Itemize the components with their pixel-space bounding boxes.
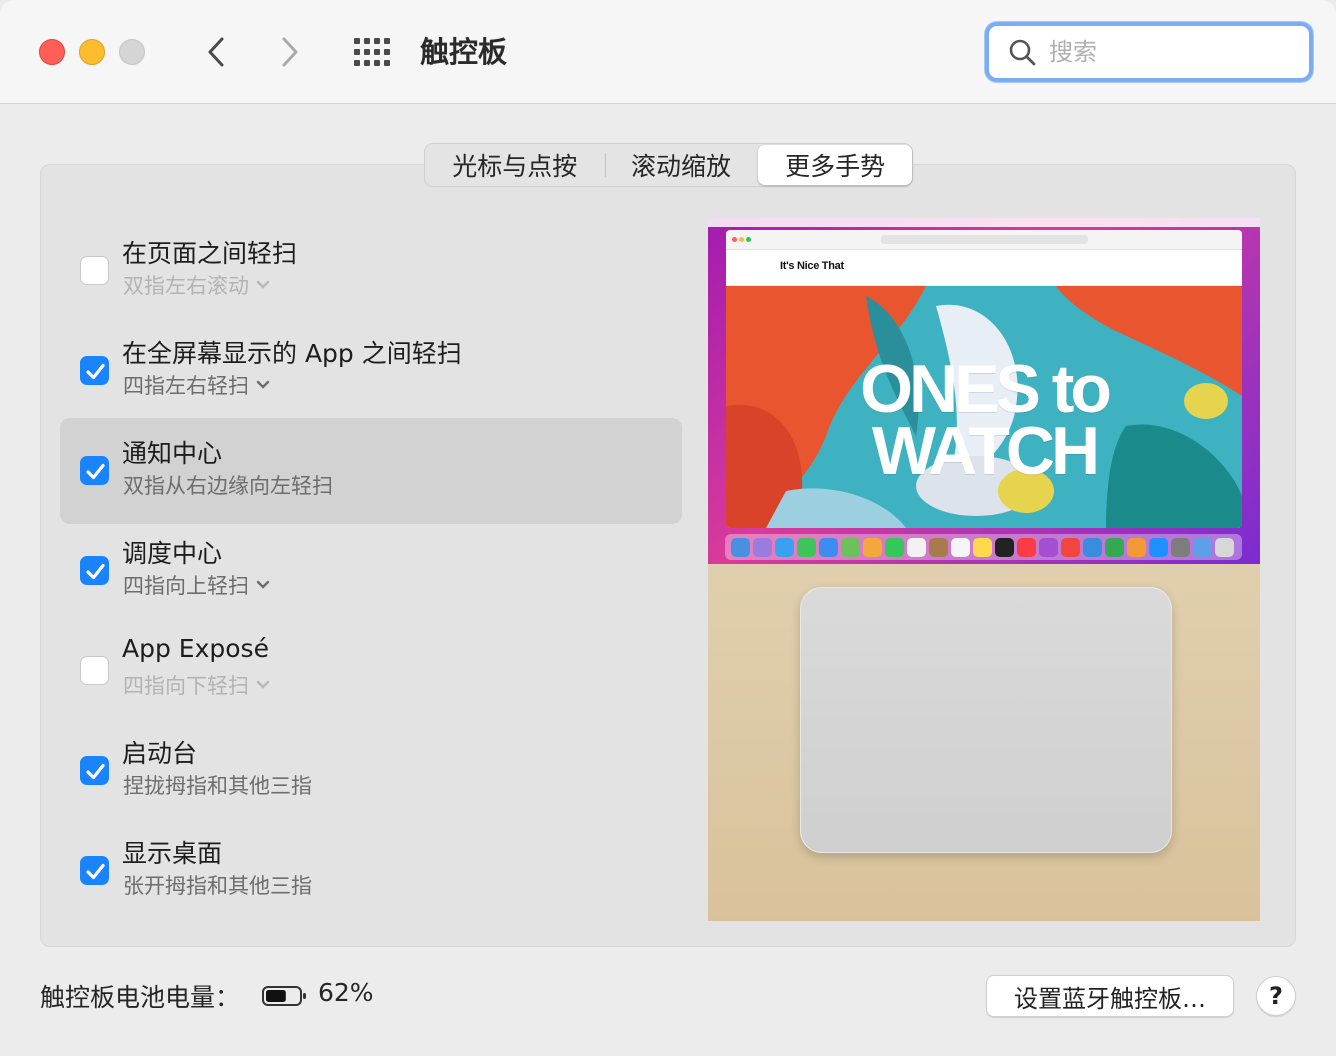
chevron-right-icon bbox=[282, 37, 298, 67]
preview-browser-window: It's Nice That ONES to WATCH bbox=[726, 230, 1242, 528]
gesture-row-swipe-fullscreen-apps[interactable]: 在全屏幕显示的 App 之间轻扫 四指左右轻扫 bbox=[60, 318, 682, 424]
chevron-down-icon bbox=[256, 580, 270, 589]
checkbox-notification-center[interactable] bbox=[80, 456, 109, 485]
preview-browser-toolbar bbox=[726, 230, 1242, 250]
title-bar: 触控板 bbox=[0, 0, 1336, 104]
gesture-option-dropdown[interactable]: 四指向下轻扫 bbox=[123, 670, 271, 700]
gesture-row-launchpad[interactable]: 启动台 捏拢拇指和其他三指 bbox=[60, 718, 682, 824]
show-all-grid-icon[interactable] bbox=[352, 34, 392, 70]
gesture-option-dropdown[interactable]: 四指向上轻扫 bbox=[123, 570, 271, 600]
chevron-down-icon bbox=[256, 280, 270, 289]
battery-label: 触控板电池电量： bbox=[40, 983, 241, 1012]
window-title: 触控板 bbox=[420, 35, 508, 69]
gesture-row-notification-center[interactable]: 通知中心 双指从右边缘向左轻扫 bbox=[60, 418, 682, 524]
checkmark-icon bbox=[86, 563, 105, 580]
tab-bar: 光标与点按 滚动缩放 更多手势 bbox=[424, 143, 913, 187]
checkbox-mission-control[interactable] bbox=[80, 556, 109, 585]
chevron-down-icon bbox=[256, 380, 270, 389]
preview-headline-line1: ONES to bbox=[860, 351, 1112, 427]
checkmark-icon bbox=[86, 763, 105, 780]
setup-bluetooth-trackpad-button[interactable]: 设置蓝牙触控板… bbox=[986, 975, 1234, 1017]
checkmark-icon bbox=[86, 363, 105, 380]
checkbox-show-desktop[interactable] bbox=[80, 856, 109, 885]
preview-headline: ONES to WATCH bbox=[726, 351, 1242, 489]
minimize-button[interactable] bbox=[79, 39, 105, 65]
preview-artwork: ONES to WATCH bbox=[726, 286, 1242, 528]
search-icon bbox=[1009, 39, 1036, 66]
preview-mac-screen: It's Nice That ONES to WATCH bbox=[708, 218, 1260, 564]
gesture-title: 启动台 bbox=[122, 739, 198, 768]
gesture-row-mission-control[interactable]: 调度中心 四指向上轻扫 bbox=[60, 518, 682, 624]
gesture-title: App Exposé bbox=[122, 634, 269, 663]
forward-button[interactable] bbox=[270, 30, 310, 74]
preview-site-logo: It's Nice That bbox=[780, 260, 844, 272]
gesture-subtitle: 捏拢拇指和其他三指 bbox=[123, 770, 312, 800]
gesture-title: 显示桌面 bbox=[122, 839, 223, 868]
gesture-subtitle: 双指左右滚动 bbox=[123, 274, 249, 298]
gesture-title: 调度中心 bbox=[122, 539, 223, 568]
checkmark-icon bbox=[86, 863, 105, 880]
gesture-subtitle: 四指左右轻扫 bbox=[123, 374, 249, 398]
help-button[interactable]: ? bbox=[1256, 976, 1296, 1016]
gesture-title: 通知中心 bbox=[122, 439, 223, 468]
gesture-option-dropdown[interactable]: 四指左右轻扫 bbox=[123, 370, 271, 400]
gesture-subtitle: 四指向上轻扫 bbox=[123, 574, 249, 598]
tab-scroll-zoom[interactable]: 滚动缩放 bbox=[606, 145, 757, 185]
tab-point-click[interactable]: 光标与点按 bbox=[425, 145, 605, 185]
gesture-row-show-desktop[interactable]: 显示桌面 张开拇指和其他三指 bbox=[60, 818, 682, 924]
preview-menubar bbox=[708, 218, 1260, 227]
preview-site-header: It's Nice That bbox=[726, 250, 1242, 286]
checkmark-icon bbox=[86, 463, 105, 480]
gesture-subtitle-text: 捏拢拇指和其他三指 bbox=[123, 774, 312, 798]
gesture-subtitle-text: 张开拇指和其他三指 bbox=[123, 874, 312, 898]
checkbox-swipe-fullscreen-apps[interactable] bbox=[80, 356, 109, 385]
preview-dock bbox=[725, 534, 1242, 560]
preview-trackpad bbox=[800, 587, 1172, 853]
preview-desk-surface bbox=[708, 564, 1260, 921]
gesture-row-app-expose[interactable]: App Exposé 四指向下轻扫 bbox=[60, 618, 682, 724]
back-button[interactable] bbox=[196, 30, 236, 74]
gesture-subtitle-text: 双指从右边缘向左轻扫 bbox=[123, 474, 333, 498]
preferences-window: 触控板 光标与点按 滚动缩放 更多手势 在页面之间轻扫 双指左右滚动 在全屏幕显… bbox=[0, 0, 1336, 1056]
gesture-title: 在全屏幕显示的 App 之间轻扫 bbox=[122, 339, 462, 368]
chevron-left-icon bbox=[208, 37, 224, 67]
close-button[interactable] bbox=[39, 39, 65, 65]
gesture-subtitle: 张开拇指和其他三指 bbox=[123, 870, 312, 900]
zoom-button[interactable] bbox=[119, 39, 145, 65]
checkbox-app-expose[interactable] bbox=[80, 656, 109, 685]
battery-icon bbox=[262, 986, 306, 1006]
gesture-subtitle: 双指从右边缘向左轻扫 bbox=[123, 470, 333, 500]
gesture-row-swipe-pages[interactable]: 在页面之间轻扫 双指左右滚动 bbox=[60, 218, 682, 324]
gesture-subtitle: 四指向下轻扫 bbox=[123, 674, 249, 698]
checkbox-swipe-pages[interactable] bbox=[80, 256, 109, 285]
gesture-title: 在页面之间轻扫 bbox=[122, 239, 298, 268]
checkbox-launchpad[interactable] bbox=[80, 756, 109, 785]
gesture-option-dropdown[interactable]: 双指左右滚动 bbox=[123, 270, 271, 300]
preview-headline-line2: WATCH bbox=[871, 413, 1100, 489]
search-input[interactable] bbox=[1049, 36, 1289, 68]
tab-more-gestures[interactable]: 更多手势 bbox=[758, 145, 912, 185]
gesture-preview-video: It's Nice That ONES to WATCH bbox=[708, 218, 1260, 921]
battery-percent: 62% bbox=[318, 978, 374, 1007]
search-field[interactable] bbox=[985, 22, 1313, 82]
chevron-down-icon bbox=[256, 680, 270, 689]
